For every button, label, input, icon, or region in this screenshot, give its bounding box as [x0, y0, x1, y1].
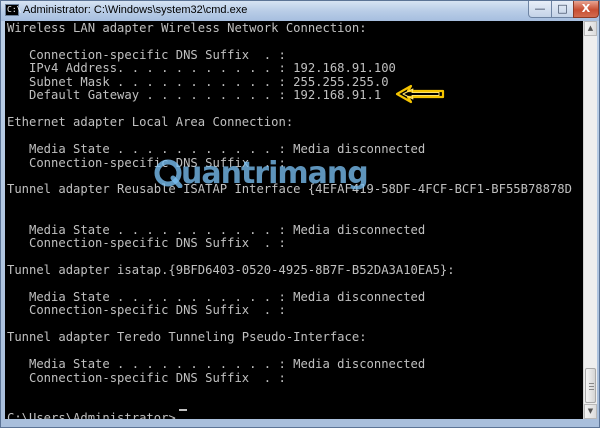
console-line: Connection-specific DNS Suffix . :: [7, 236, 286, 251]
console-line: Ethernet adapter Local Area Connection:: [7, 115, 294, 130]
console-line: Connection-specific DNS Suffix . :: [7, 370, 286, 385]
console-line: Wireless LAN adapter Wireless Network Co…: [7, 21, 367, 35]
thumb-grip: [589, 389, 594, 390]
console-line: Media State . . . . . . . . . . . : Medi…: [7, 222, 426, 237]
console-line: Media State . . . . . . . . . . . : Medi…: [7, 357, 426, 372]
window-title: Administrator: C:\Windows\system32\cmd.e…: [23, 4, 248, 16]
console-line: Tunnel adapter isatap.{9BFD6403-0520-492…: [7, 263, 455, 278]
console-line: Connection-specific DNS Suffix . :: [7, 47, 286, 62]
close-button[interactable]: X: [573, 1, 599, 18]
scroll-down-button[interactable]: ▼: [584, 404, 597, 419]
maximize-button[interactable]: □: [551, 1, 574, 18]
console-line: Tunnel adapter Teredo Tunneling Pseudo-I…: [7, 330, 367, 345]
yellow-arrow-icon: [395, 84, 445, 104]
console-output[interactable]: Wireless LAN adapter Wireless Network Co…: [5, 21, 583, 419]
quantrimang-logo-icon: [154, 159, 183, 188]
cmd-window: C:\ Administrator: C:\Windows\system32\c…: [0, 0, 600, 428]
title-bar[interactable]: C:\ Administrator: C:\Windows\system32\c…: [1, 1, 599, 21]
console-line: Default Gateway . . . . . . . . . : 192.…: [7, 88, 382, 103]
vertical-scrollbar[interactable]: ▲ ▼: [583, 21, 597, 419]
scroll-thumb[interactable]: [585, 368, 596, 403]
watermark-text: uantrimang: [181, 156, 369, 191]
console-line: IPv4 Address. . . . . . . . . . . : 192.…: [7, 61, 396, 76]
watermark: uantrimang: [153, 153, 413, 193]
minimize-button[interactable]: —: [528, 1, 552, 18]
thumb-grip: [589, 383, 594, 384]
console-line: Connection-specific DNS Suffix . :: [7, 303, 286, 318]
console-line: Media State . . . . . . . . . . . : Medi…: [7, 290, 426, 304]
text-cursor: [179, 409, 187, 411]
console-line: C:\Users\Administrator>: [7, 411, 176, 420]
console-line: Subnet Mask . . . . . . . . . . . : 255.…: [7, 74, 389, 89]
scroll-up-button[interactable]: ▲: [584, 21, 597, 36]
thumb-grip: [589, 386, 594, 387]
cmd-app-icon[interactable]: C:\: [5, 4, 21, 16]
